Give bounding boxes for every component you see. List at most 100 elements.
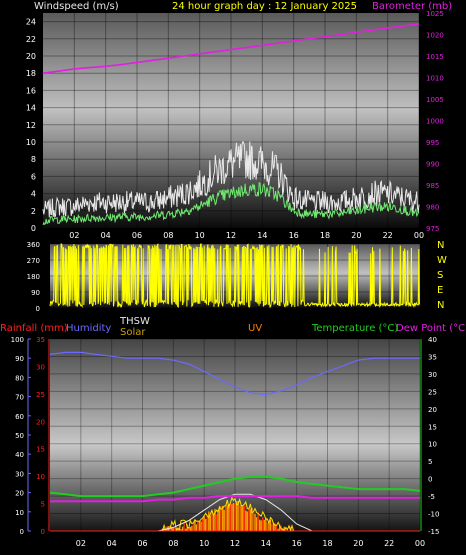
- panel1-y2-axis: 975 980 985 990 995 1000 1005 1010 1015 1020 1025: [426, 10, 444, 233]
- panel3-x-axis: 02 04 06 08 10 12 14 16 18 20 22 00: [76, 539, 425, 548]
- p1-y2tick-label: 1015: [426, 53, 444, 61]
- p1-xtick-label: 08: [163, 231, 173, 240]
- p1-xtick-label: 22: [383, 231, 393, 240]
- panel2-y-axis: 0 90 180 270 360: [27, 241, 40, 313]
- p1-ytick-label: 2: [31, 207, 36, 216]
- p1-ytick-label: 6: [31, 172, 36, 181]
- legend-temperature: Temperature (°C): [311, 323, 398, 334]
- p3-xtick-label: 02: [76, 539, 86, 548]
- p1-y2tick-label: 975: [426, 225, 439, 233]
- legend-uv: UV: [248, 323, 262, 334]
- p1-ytick-label: 12: [26, 121, 36, 130]
- rain-tick-label: 35: [36, 336, 45, 344]
- temperature-tick-label: 25: [428, 388, 437, 396]
- p1-ytick-label: 24: [26, 18, 36, 27]
- temperature-tick-label: -5: [428, 493, 435, 501]
- p2-ytick-label: 360: [27, 241, 40, 249]
- p2-ytick-label: 90: [31, 289, 40, 297]
- p1-xtick-label: 14: [257, 231, 267, 240]
- rain-tick-label: 10: [36, 473, 45, 481]
- compass-label: E: [437, 285, 443, 296]
- p1-y2tick-label: 1000: [426, 118, 444, 126]
- p3-xtick-label: 22: [384, 539, 394, 548]
- humidity-tick-label: 0: [20, 528, 24, 536]
- p3-xtick-label: 14: [261, 539, 271, 548]
- weather-graph-canvas: Windspeed (m/s) 24 hour graph day : 12 J…: [0, 1, 466, 548]
- p1-ytick-label: 14: [26, 104, 36, 113]
- humidity-tick-label: 90: [15, 355, 24, 363]
- p1-ytick-label: 22: [26, 35, 36, 44]
- p1-xtick-label: 18: [320, 231, 330, 240]
- p3-xtick-label: 10: [199, 539, 209, 548]
- p1-y2tick-label: 985: [426, 182, 439, 190]
- p1-xtick-label: 12: [226, 231, 236, 240]
- humidity-tick-label: 80: [15, 374, 24, 382]
- panel1-x-axis: 02 04 06 08 10 12 14 16 18 20 22 00: [69, 231, 424, 240]
- p1-ytick-label: 18: [26, 69, 36, 78]
- p1-ytick-label: 10: [26, 138, 36, 147]
- rain-tick-label: 5: [41, 501, 45, 509]
- p3-xtick-label: 06: [137, 539, 147, 548]
- header-title: 24 hour graph day : 12 January 2025: [172, 1, 357, 12]
- p3-xtick-label: 12: [230, 539, 240, 548]
- temperature-tick-label: 40: [428, 336, 437, 344]
- legend-solar: Solar: [120, 327, 146, 338]
- temperature-tick-label: 20: [428, 406, 437, 414]
- humidity-tick-label: 10: [15, 509, 24, 517]
- p1-y2tick-label: 1010: [426, 75, 444, 83]
- compass-label: S: [437, 270, 443, 281]
- p1-xtick-label: 06: [132, 231, 142, 240]
- p2-ytick-label: 0: [36, 305, 40, 313]
- p1-xtick-label: 16: [289, 231, 299, 240]
- temperature-tick-label: 5: [428, 458, 432, 466]
- p1-xtick-label: 00: [414, 231, 424, 240]
- humidity-tick-label: 30: [15, 470, 24, 478]
- header-windspeed-label: Windspeed (m/s): [34, 1, 119, 12]
- rain-tick-label: 25: [36, 391, 45, 399]
- rain-tick-label: 30: [36, 363, 45, 371]
- compass-label: W: [437, 255, 447, 266]
- p1-xtick-label: 10: [195, 231, 205, 240]
- humidity-tick-label: 40: [15, 451, 24, 459]
- p1-xtick-label: 20: [351, 231, 361, 240]
- p3-xtick-label: 04: [107, 539, 117, 548]
- legend-thsw: THSW: [119, 316, 150, 327]
- humidity-tick-label: 100: [11, 336, 24, 344]
- p3-xtick-label: 16: [292, 539, 302, 548]
- compass-label: N: [437, 300, 444, 311]
- p1-y2tick-label: 1020: [426, 32, 444, 40]
- panel2-compass-labels: NWSEN: [437, 240, 447, 311]
- rain-tick-label: 0: [41, 528, 45, 536]
- p1-ytick-label: 8: [31, 155, 36, 164]
- p2-ytick-label: 270: [27, 257, 40, 265]
- p1-xtick-label: 04: [101, 231, 111, 240]
- p1-y2tick-label: 1005: [426, 96, 444, 104]
- humidity-tick-label: 20: [15, 490, 24, 498]
- legend-rainfall: Rainfall (mm): [0, 323, 68, 334]
- p3-xtick-label: 00: [415, 539, 425, 548]
- temperature-tick-label: -10: [428, 511, 439, 519]
- humidity-tick-label: 60: [15, 413, 24, 421]
- temperature-tick-label: 35: [428, 353, 437, 361]
- p3-xtick-label: 20: [353, 539, 363, 548]
- humidity-tick-label: 70: [15, 394, 24, 402]
- humidity-tick-label: 50: [15, 432, 24, 440]
- rain-tick-label: 15: [36, 446, 45, 454]
- p3-xtick-label: 08: [168, 539, 178, 548]
- temperature-tick-label: -15: [428, 528, 439, 536]
- p1-ytick-label: 0: [31, 224, 36, 233]
- legend-humidity: Humidity: [66, 323, 111, 334]
- temperature-tick-label: 10: [428, 441, 437, 449]
- temperature-tick-label: 0: [428, 476, 432, 484]
- p1-y2tick-label: 1025: [426, 10, 444, 18]
- p1-xtick-label: 02: [69, 231, 79, 240]
- p2-ytick-label: 180: [27, 273, 40, 281]
- p1-y2tick-label: 990: [426, 161, 439, 169]
- p3-xtick-label: 18: [322, 539, 332, 548]
- legend-dew-point: Dew Point (°C): [396, 323, 466, 334]
- p1-y2tick-label: 995: [426, 139, 439, 147]
- compass-label: N: [437, 240, 444, 251]
- rain-tick-label: 20: [36, 418, 45, 426]
- p1-ytick-label: 20: [26, 52, 36, 61]
- temperature-tick-label: 30: [428, 371, 437, 379]
